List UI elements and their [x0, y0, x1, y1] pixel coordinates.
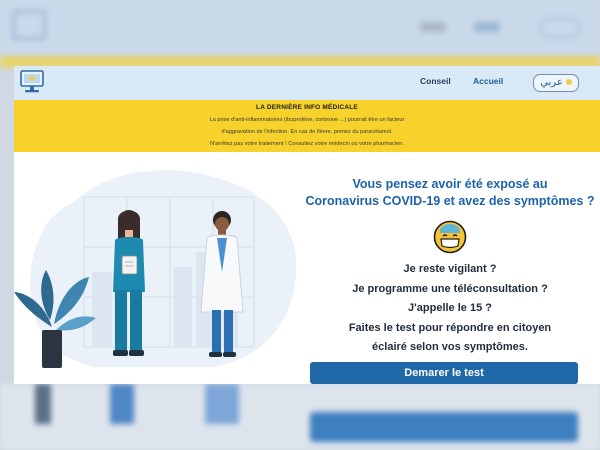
medical-staff-illustration	[14, 170, 304, 384]
background-plant	[35, 384, 51, 424]
background-language-button	[540, 18, 580, 38]
nav-accueil[interactable]: Accueil	[473, 76, 503, 86]
background-nav-item	[474, 22, 500, 32]
question-line: Je reste vigilant ?	[403, 263, 497, 275]
info-banner: LA DERNIÈRE INFO MÉDICALE La prise d'ant…	[14, 100, 600, 152]
banner-title: LA DERNIÈRE INFO MÉDICALE	[256, 104, 358, 111]
language-button[interactable]: عربي	[533, 74, 579, 92]
language-dot-icon	[565, 79, 572, 85]
headline-line: Vous pensez avoir été exposé au	[352, 177, 548, 191]
covid-modal: Conseil Accueil عربي LA DERNIÈRE INFO MÉ…	[14, 66, 600, 384]
background-nav-item	[420, 22, 446, 32]
banner-line: N'arrêtez pas votre traitement ! Consult…	[210, 141, 404, 147]
sick-face-emoji-icon	[433, 220, 467, 254]
background-logo	[12, 10, 46, 40]
nav-conseil[interactable]: Conseil	[420, 76, 451, 86]
start-test-button[interactable]: Demarer le test	[310, 362, 578, 384]
question-line: Je programme une téléconsultation ?	[352, 282, 548, 295]
background-header	[0, 0, 600, 56]
headline-line: Coronavirus COVID-19 et avez des symptôm…	[305, 194, 595, 208]
question-line: Faites le test pour répondre en citoyen	[348, 321, 552, 334]
banner-line: d'aggravation de l'infection. En cas de …	[221, 129, 393, 135]
question-line: éclairé selon vos symptômes.	[372, 341, 528, 353]
background-figure	[205, 384, 239, 424]
background-figure	[110, 384, 134, 424]
symptom-prompt: Vous pensez avoir été exposé au Coronavi…	[300, 176, 600, 358]
question-line: J'appelle le 15 ?	[408, 302, 492, 314]
banner-line: La prise d'anti-inflammatoires (ibuprofè…	[209, 117, 405, 123]
background-button	[310, 412, 578, 442]
monitor-logo-icon[interactable]	[20, 69, 44, 95]
language-label: عربي	[540, 77, 563, 88]
modal-header: Conseil Accueil عربي	[14, 66, 600, 100]
